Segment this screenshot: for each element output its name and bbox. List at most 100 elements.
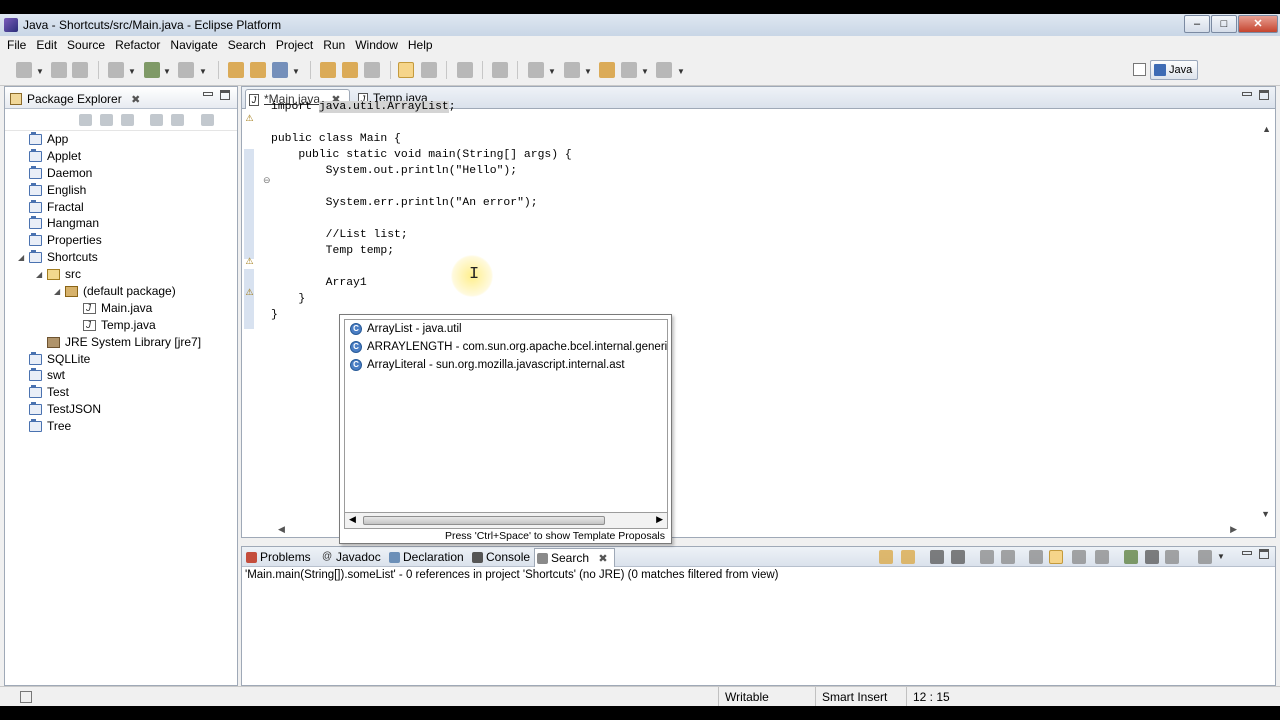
- chevron-down-icon[interactable]: ▼: [128, 67, 136, 76]
- previous-match-icon[interactable]: [901, 550, 915, 564]
- close-button[interactable]: ✕: [1238, 15, 1278, 33]
- proposal-list[interactable]: C ArrayList - java.util C ARRAYLENGTH - …: [344, 319, 668, 513]
- pin-search-icon[interactable]: [1124, 550, 1138, 564]
- minimize-button[interactable]: –: [1184, 15, 1210, 33]
- new-package-icon[interactable]: [250, 62, 266, 78]
- menu-file[interactable]: File: [2, 36, 31, 54]
- scrollbar-thumb[interactable]: [363, 516, 605, 525]
- tree-item[interactable]: ◢ src: [5, 266, 237, 283]
- previous-annotation-icon[interactable]: [564, 62, 580, 78]
- new-java-project-icon[interactable]: [228, 62, 244, 78]
- scroll-down-icon[interactable]: ▼: [1261, 509, 1270, 519]
- scroll-right-icon[interactable]: ▶: [1230, 524, 1237, 535]
- run-icon[interactable]: [144, 62, 160, 78]
- maximize-view-icon[interactable]: [1259, 90, 1269, 100]
- tree-item[interactable]: JRE System Library [jre7]: [5, 334, 237, 351]
- last-edit-icon[interactable]: [599, 62, 615, 78]
- open-task-icon[interactable]: [342, 62, 358, 78]
- proposal-item[interactable]: C ArrayList - java.util: [345, 320, 667, 338]
- chevron-down-icon[interactable]: ▼: [36, 67, 44, 76]
- tree-item[interactable]: ◢ Shortcuts: [5, 249, 237, 266]
- expand-twisty-icon[interactable]: ◢: [36, 266, 42, 283]
- proposal-horizontal-scrollbar[interactable]: ◀ ▶: [344, 513, 668, 529]
- close-icon[interactable]: ✖: [598, 553, 607, 565]
- external-tools-icon[interactable]: [178, 62, 194, 78]
- back-icon[interactable]: [621, 62, 637, 78]
- chevron-down-icon[interactable]: ▼: [677, 67, 685, 76]
- tree-item[interactable]: Applet: [5, 148, 237, 165]
- tab-package-explorer[interactable]: Package Explorer ✖: [7, 89, 146, 109]
- vertical-ruler[interactable]: ⚠ ⚠ ⚠: [242, 109, 260, 519]
- collapse-all-icon[interactable]: [1001, 550, 1015, 564]
- next-annotation-icon[interactable]: [528, 62, 544, 78]
- remove-all-matches-icon[interactable]: [951, 550, 965, 564]
- tree-item[interactable]: swt: [5, 367, 237, 384]
- tab-console[interactable]: Console: [470, 548, 530, 567]
- menu-navigate[interactable]: Navigate: [165, 36, 222, 54]
- tree-item[interactable]: App: [5, 131, 237, 148]
- tab-search[interactable]: Search ✖: [534, 548, 615, 567]
- maximize-button[interactable]: □: [1211, 15, 1237, 33]
- back-icon[interactable]: [79, 114, 92, 126]
- menu-source[interactable]: Source: [62, 36, 110, 54]
- vertical-scrollbar[interactable]: ▲: [1262, 124, 1271, 134]
- search-result-summary[interactable]: 'Main.main(String[]).someList' - 0 refer…: [245, 569, 779, 581]
- expand-twisty-icon[interactable]: ◢: [54, 283, 60, 300]
- chevron-down-icon[interactable]: ▼: [199, 67, 207, 76]
- show-as-list-icon[interactable]: [1049, 550, 1063, 564]
- tree-item[interactable]: Temp.java: [5, 317, 237, 334]
- proposal-item[interactable]: C ARRAYLENGTH - com.sun.org.apache.bcel.…: [345, 338, 667, 356]
- minimize-view-icon[interactable]: [1242, 92, 1252, 96]
- menu-search[interactable]: Search: [223, 36, 271, 54]
- new-icon[interactable]: [16, 62, 32, 78]
- scroll-right-icon[interactable]: ▶: [656, 514, 663, 525]
- tab-javadoc[interactable]: @ Javadoc: [320, 548, 381, 567]
- search-icon[interactable]: [364, 62, 380, 78]
- open-view-icon[interactable]: [1198, 550, 1212, 564]
- link-with-editor-icon[interactable]: [171, 114, 184, 126]
- cancel-search-icon[interactable]: [1072, 550, 1086, 564]
- debug-icon[interactable]: [108, 62, 124, 78]
- tree-item[interactable]: Hangman: [5, 215, 237, 232]
- minimize-view-icon[interactable]: [203, 92, 213, 96]
- menu-help[interactable]: Help: [403, 36, 438, 54]
- up-icon[interactable]: [121, 114, 134, 126]
- view-menu-icon[interactable]: [201, 114, 214, 126]
- maximize-view-icon[interactable]: [1259, 549, 1269, 559]
- new-class-icon[interactable]: [272, 62, 288, 78]
- menu-edit[interactable]: Edit: [31, 36, 62, 54]
- warning-icon[interactable]: ⚠: [244, 256, 255, 267]
- remove-match-icon[interactable]: [930, 550, 944, 564]
- chevron-down-icon[interactable]: ▼: [584, 67, 592, 76]
- tab-problems[interactable]: Problems: [244, 548, 311, 567]
- print-icon[interactable]: [72, 62, 88, 78]
- forward-icon[interactable]: [100, 114, 113, 126]
- scroll-left-icon[interactable]: ◀: [278, 524, 285, 535]
- expand-all-icon[interactable]: [980, 550, 994, 564]
- close-icon[interactable]: ✖: [131, 94, 140, 106]
- annotation-icon[interactable]: [492, 62, 508, 78]
- save-icon[interactable]: [51, 62, 67, 78]
- proposal-item[interactable]: C ArrayLiteral - sun.org.mozilla.javascr…: [345, 356, 667, 374]
- quick-fix-icon[interactable]: ⚠: [244, 287, 255, 298]
- tree-item[interactable]: Fractal: [5, 199, 237, 216]
- expand-twisty-icon[interactable]: ◢: [18, 249, 24, 266]
- tree-item[interactable]: Main.java: [5, 300, 237, 317]
- warning-icon[interactable]: ⚠: [244, 113, 255, 124]
- chevron-down-icon[interactable]: ▼: [163, 67, 171, 76]
- overview-ruler[interactable]: [1259, 109, 1275, 519]
- tree-item[interactable]: Tree: [5, 418, 237, 435]
- tree-item[interactable]: SQLLite: [5, 351, 237, 368]
- chevron-down-icon[interactable]: ▼: [641, 67, 649, 76]
- tree-item[interactable]: Properties: [5, 232, 237, 249]
- scroll-left-icon[interactable]: ◀: [349, 514, 356, 525]
- minimize-view-icon[interactable]: [1242, 551, 1252, 555]
- next-match-icon[interactable]: [879, 550, 893, 564]
- menu-run[interactable]: Run: [318, 36, 350, 54]
- fold-icon[interactable]: ⊖: [263, 175, 271, 186]
- open-type-icon[interactable]: [320, 62, 336, 78]
- chevron-down-icon[interactable]: ▼: [292, 67, 300, 76]
- group-by-icon[interactable]: [1095, 550, 1109, 564]
- show-as-tree-icon[interactable]: [1029, 550, 1043, 564]
- maximize-view-icon[interactable]: [220, 90, 230, 100]
